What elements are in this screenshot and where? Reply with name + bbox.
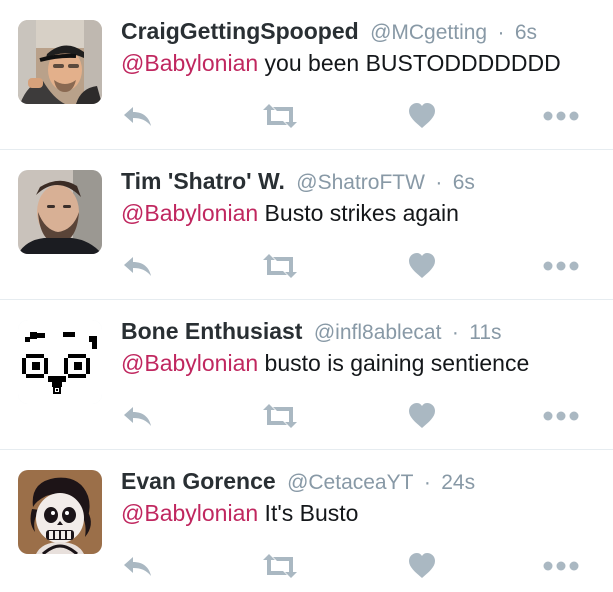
tweet-text: @Babylonian Busto strikes again	[121, 196, 459, 230]
tweet-message: you been BUSTODDDDDDD	[258, 50, 561, 76]
display-name[interactable]: Bone Enthusiast	[121, 318, 302, 344]
tweet[interactable]: CraigGettingSpooped @MCgetting · 6s @Bab…	[0, 0, 613, 150]
display-name[interactable]: Evan Gorence	[121, 468, 276, 494]
tweet-header: CraigGettingSpooped @MCgetting · 6s	[121, 14, 537, 48]
timestamp[interactable]: 6s	[515, 21, 537, 44]
avatar-bearded-man-icon	[18, 170, 102, 254]
separator-dot: ·	[451, 321, 459, 344]
avatar[interactable]	[18, 170, 102, 254]
reply-icon	[124, 557, 151, 576]
reply-icon	[124, 257, 151, 276]
avatar[interactable]	[18, 470, 102, 554]
tweet-text: @Babylonian you been BUSTODDDDDDD	[121, 46, 561, 80]
tweet-header: Bone Enthusiast @infl8ablecat · 11s	[121, 314, 502, 348]
heart-icon	[409, 403, 435, 428]
more-icon	[543, 111, 579, 121]
tweet-timeline: CraigGettingSpooped @MCgetting · 6s @Bab…	[0, 0, 613, 592]
tweet[interactable]: Tim 'Shatro' W. @ShatroFTW · 6s @Babylon…	[0, 150, 613, 300]
mention-link[interactable]: @Babylonian	[121, 200, 258, 226]
more-options-button[interactable]	[541, 250, 581, 282]
retweet-button[interactable]	[259, 250, 301, 282]
reply-button[interactable]	[121, 550, 155, 582]
timestamp[interactable]: 6s	[453, 171, 475, 194]
more-options-button[interactable]	[541, 100, 581, 132]
separator-dot: ·	[435, 171, 443, 194]
mention-link[interactable]: @Babylonian	[121, 350, 258, 376]
tweet-message: busto is gaining sentience	[258, 350, 530, 376]
retweet-icon	[263, 254, 297, 278]
tweet[interactable]: Bone Enthusiast @infl8ablecat · 11s @Bab…	[0, 300, 613, 450]
tweet-actions	[121, 400, 591, 432]
separator-dot: ·	[497, 21, 505, 44]
avatar[interactable]	[18, 20, 102, 104]
tweet-actions	[121, 250, 591, 282]
reply-button[interactable]	[121, 250, 155, 282]
more-icon	[543, 411, 579, 421]
avatar[interactable]	[18, 320, 102, 404]
display-name[interactable]: Tim 'Shatro' W.	[121, 168, 285, 194]
mention-link[interactable]: @Babylonian	[121, 500, 258, 526]
username-handle[interactable]: @ShatroFTW	[296, 171, 425, 194]
reply-icon	[124, 107, 151, 126]
tweet[interactable]: Evan Gorence @CetaceaYT · 24s @Babylonia…	[0, 450, 613, 592]
tweet-message: It's Busto	[258, 500, 359, 526]
retweet-button[interactable]	[259, 400, 301, 432]
more-options-button[interactable]	[541, 550, 581, 582]
like-button[interactable]	[405, 400, 439, 432]
heart-icon	[409, 103, 435, 128]
like-button[interactable]	[405, 550, 439, 582]
retweet-icon	[263, 104, 297, 128]
separator-dot: ·	[423, 471, 431, 494]
tweet-text: @Babylonian It's Busto	[121, 496, 358, 530]
timestamp[interactable]: 24s	[441, 471, 475, 494]
reply-button[interactable]	[121, 100, 155, 132]
retweet-button[interactable]	[259, 550, 301, 582]
more-options-button[interactable]	[541, 400, 581, 432]
heart-icon	[409, 553, 435, 578]
reply-icon	[124, 407, 151, 426]
like-button[interactable]	[405, 250, 439, 282]
heart-icon	[409, 253, 435, 278]
tweet-message: Busto strikes again	[258, 200, 459, 226]
tweet-header: Evan Gorence @CetaceaYT · 24s	[121, 464, 475, 498]
retweet-icon	[263, 404, 297, 428]
reply-button[interactable]	[121, 400, 155, 432]
more-icon	[543, 261, 579, 271]
avatar-pixel-face-icon	[18, 320, 102, 404]
timestamp[interactable]: 11s	[469, 321, 501, 344]
tweet-header: Tim 'Shatro' W. @ShatroFTW · 6s	[121, 164, 475, 198]
retweet-icon	[263, 554, 297, 578]
tweet-actions	[121, 550, 591, 582]
tweet-text: @Babylonian busto is gaining sentience	[121, 346, 529, 380]
avatar-skeleton-cartoon-icon	[18, 470, 102, 554]
username-handle[interactable]: @infl8ablecat	[314, 321, 442, 344]
more-icon	[543, 561, 579, 571]
username-handle[interactable]: @MCgetting	[370, 21, 487, 44]
like-button[interactable]	[405, 100, 439, 132]
avatar-man-in-cap-icon	[18, 20, 102, 104]
username-handle[interactable]: @CetaceaYT	[287, 471, 413, 494]
tweet-actions	[121, 100, 591, 132]
retweet-button[interactable]	[259, 100, 301, 132]
mention-link[interactable]: @Babylonian	[121, 50, 258, 76]
display-name[interactable]: CraigGettingSpooped	[121, 18, 359, 44]
